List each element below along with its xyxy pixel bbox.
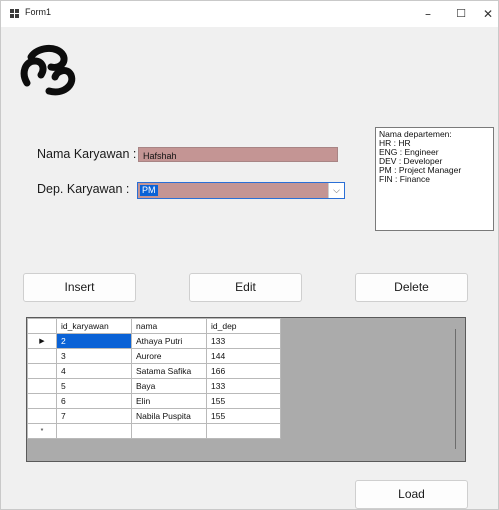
- info-line: FIN : Finance: [379, 174, 431, 184]
- window-title: Form1: [25, 7, 52, 17]
- table-row[interactable]: 6 Elin 155: [27, 393, 281, 409]
- table-row[interactable]: 7 Nabila Puspita 155: [27, 408, 281, 424]
- table-row[interactable]: ▶ 2 Athaya Putri 133: [27, 333, 281, 349]
- grid-cell[interactable]: [206, 423, 281, 439]
- grid-cell[interactable]: [56, 423, 132, 439]
- new-table-row[interactable]: *: [27, 423, 281, 439]
- row-header[interactable]: [27, 348, 57, 364]
- grid-cell[interactable]: Baya: [131, 378, 207, 394]
- column-header-nama[interactable]: nama: [131, 318, 207, 334]
- grid-cell[interactable]: 155: [206, 408, 281, 424]
- load-button[interactable]: Load: [355, 480, 468, 509]
- grid-cell[interactable]: 144: [206, 348, 281, 364]
- grid-table: id_karyawan nama id_dep ▶ 2 Athaya Putri…: [27, 318, 281, 439]
- row-header[interactable]: [27, 393, 57, 409]
- column-header-id-dep[interactable]: id_dep: [206, 318, 281, 334]
- chevron-down-icon[interactable]: ⌵: [328, 183, 344, 198]
- table-row[interactable]: 5 Baya 133: [27, 378, 281, 394]
- delete-button[interactable]: Delete: [355, 273, 468, 302]
- grid-cell[interactable]: Elin: [131, 393, 207, 409]
- grid-cell[interactable]: 166: [206, 363, 281, 379]
- form-icon: [10, 9, 20, 19]
- close-button[interactable]: ✕: [471, 1, 499, 27]
- table-row[interactable]: 4 Satama Safika 166: [27, 363, 281, 379]
- department-info-box: Nama departemen: HR : HR ENG : Engineer …: [375, 127, 494, 231]
- grid-cell[interactable]: 133: [206, 378, 281, 394]
- current-row-marker-icon[interactable]: ▶: [27, 333, 57, 349]
- grid-cell[interactable]: 7: [56, 408, 132, 424]
- edit-button[interactable]: Edit: [189, 273, 302, 302]
- dep-karyawan-label: Dep. Karyawan :: [37, 182, 130, 196]
- dep-karyawan-selected: PM: [140, 185, 158, 196]
- grid-cell[interactable]: 4: [56, 363, 132, 379]
- dep-karyawan-dropdown[interactable]: PM ⌵: [137, 182, 345, 199]
- column-header-id-karyawan[interactable]: id_karyawan: [56, 318, 132, 334]
- title-bar[interactable]: Form1 – ☐ ✕: [1, 1, 498, 27]
- grid-cell[interactable]: 3: [56, 348, 132, 364]
- minimize-button[interactable]: –: [411, 1, 445, 27]
- grid-cell[interactable]: 2: [56, 333, 132, 349]
- grid-vertical-scrollbar[interactable]: [455, 329, 456, 449]
- row-header[interactable]: [27, 378, 57, 394]
- table-row[interactable]: 3 Aurore 144: [27, 348, 281, 364]
- nama-karyawan-input[interactable]: Hafshah: [138, 147, 338, 162]
- grid-cell[interactable]: Aurore: [131, 348, 207, 364]
- row-header[interactable]: [27, 363, 57, 379]
- grid-cell[interactable]: 6: [56, 393, 132, 409]
- grid-cell[interactable]: [131, 423, 207, 439]
- grid-cell[interactable]: 133: [206, 333, 281, 349]
- grid-cell[interactable]: Satama Safika: [131, 363, 207, 379]
- grid-cell[interactable]: Nabila Puspita: [131, 408, 207, 424]
- grid-cell[interactable]: Athaya Putri: [131, 333, 207, 349]
- row-header-corner[interactable]: [27, 318, 57, 334]
- form-window: Form1 – ☐ ✕ Nama Karyawan : Hafshah Dep.…: [0, 0, 499, 510]
- swirl-logo-icon: [20, 45, 76, 96]
- grid-cell[interactable]: 155: [206, 393, 281, 409]
- employee-data-grid[interactable]: id_karyawan nama id_dep ▶ 2 Athaya Putri…: [26, 317, 466, 462]
- new-row-marker-icon[interactable]: *: [27, 423, 57, 439]
- insert-button[interactable]: Insert: [23, 273, 136, 302]
- row-header[interactable]: [27, 408, 57, 424]
- grid-cell[interactable]: 5: [56, 378, 132, 394]
- grid-header-row: id_karyawan nama id_dep: [27, 318, 281, 334]
- nama-karyawan-label: Nama Karyawan :: [37, 147, 137, 161]
